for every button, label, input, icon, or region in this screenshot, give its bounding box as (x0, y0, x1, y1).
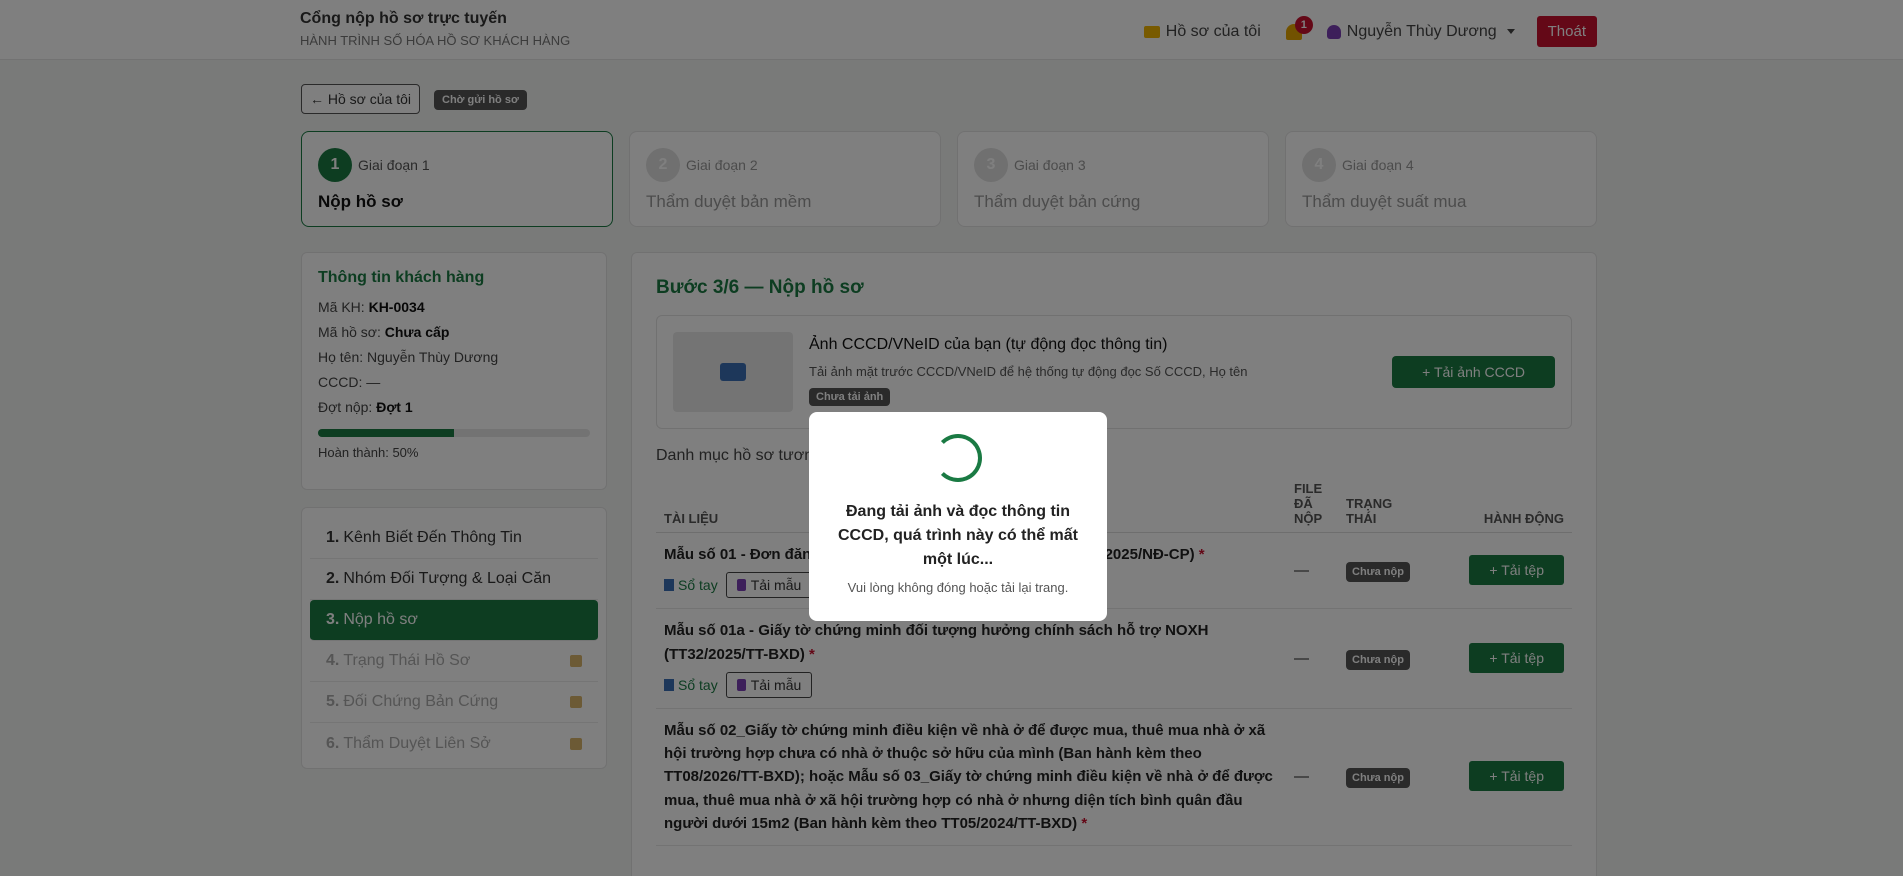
loading-message: Đang tải ảnh và đọc thông tin CCCD, quá … (837, 503, 1079, 568)
loading-note: Vui lòng không đóng hoặc tải lại trang. (847, 580, 1069, 595)
loading-modal: Đang tải ảnh và đọc thông tin CCCD, quá … (809, 412, 1107, 621)
loading-spinner-icon (934, 434, 982, 482)
